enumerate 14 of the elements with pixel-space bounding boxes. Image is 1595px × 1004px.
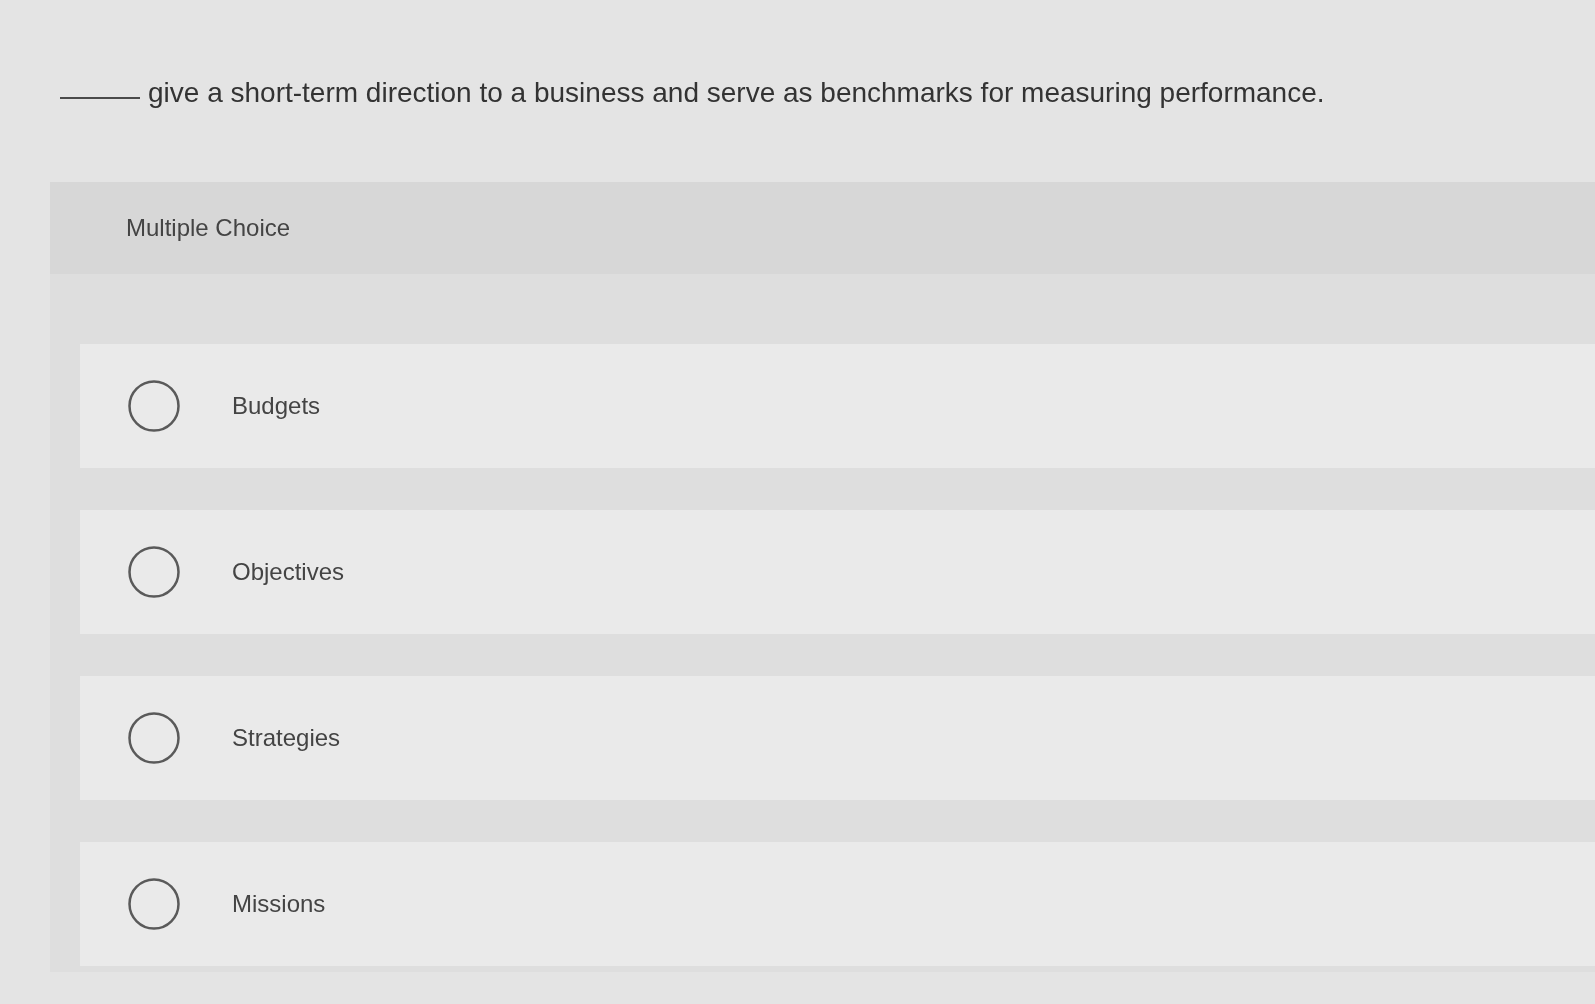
option-label: Budgets (232, 392, 321, 420)
radio-button[interactable] (128, 878, 180, 930)
radio-button[interactable] (128, 712, 180, 764)
answer-option[interactable]: Budgets (80, 344, 1595, 468)
option-label: Missions (232, 890, 326, 918)
answer-option[interactable]: Missions (80, 842, 1595, 966)
answer-option[interactable]: Objectives (80, 510, 1595, 634)
option-label: Objectives (232, 558, 345, 586)
question-text: give a short-term direction to a business and serve as benchmarks for measuring performance. (148, 76, 1325, 110)
answer-option[interactable]: Strategies (80, 676, 1595, 800)
option-label: Strategies (232, 724, 341, 752)
radio-button[interactable] (128, 380, 180, 432)
radio-button[interactable] (128, 546, 180, 598)
question-type-label: Multiple Choice (126, 214, 291, 242)
